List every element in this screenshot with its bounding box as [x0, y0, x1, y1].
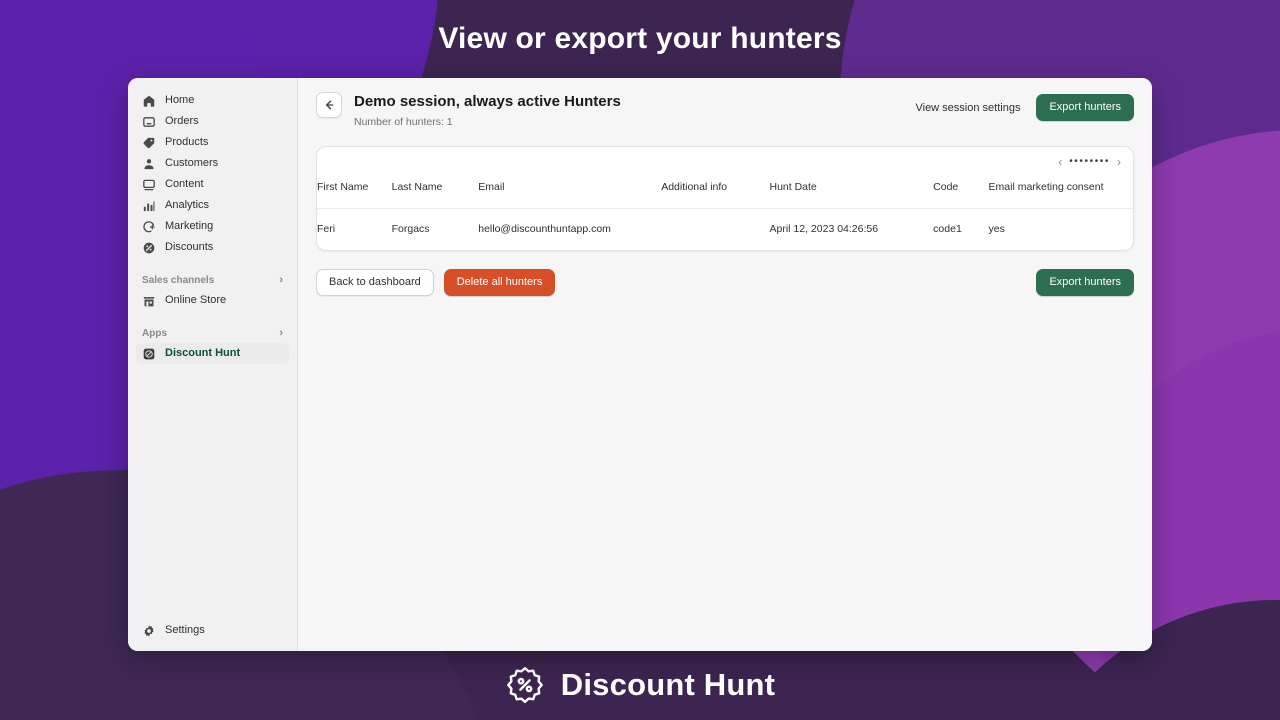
- main-content: Demo session, always active Hunters Numb…: [298, 78, 1152, 651]
- banner-title: View or export your hunters: [438, 22, 841, 56]
- sidebar-section-sales-channels[interactable]: Sales channels ›: [128, 270, 297, 290]
- page-footer-actions: Back to dashboard Delete all hunters Exp…: [316, 269, 1134, 296]
- sidebar-item-label: Orders: [165, 116, 199, 127]
- sidebar-spacer: [128, 364, 297, 620]
- sidebar-item-marketing[interactable]: Marketing: [136, 216, 289, 237]
- home-icon: [142, 94, 156, 108]
- cell-email: hello@discounthuntapp.com: [478, 209, 661, 251]
- customer-person-icon: [142, 157, 156, 171]
- sidebar-item-label: Online Store: [165, 295, 226, 306]
- sidebar-item-label: Discounts: [165, 242, 213, 253]
- sidebar-item-label: Discount Hunt: [165, 348, 240, 359]
- column-header-additional-info: Additional info: [661, 177, 769, 209]
- sidebar-nav-list: Home Orders Products Customers: [128, 90, 297, 258]
- sidebar-item-online-store[interactable]: Online Store: [136, 290, 289, 311]
- pagination[interactable]: ‹ •••••••• ›: [1058, 156, 1121, 168]
- hunters-table-card: ‹ •••••••• › First Name Last Name Email …: [316, 146, 1134, 251]
- footer-title: Discount Hunt: [561, 667, 775, 703]
- table-body: Feri Forgacs hello@discounthuntapp.com A…: [317, 209, 1133, 251]
- table-header-row: First Name Last Name Email Additional in…: [317, 177, 1133, 209]
- sidebar-item-label: Content: [165, 179, 204, 190]
- content-image-icon: [142, 178, 156, 192]
- page-title: Demo session, always active Hunters: [354, 93, 903, 111]
- column-header-consent: Email marketing consent: [989, 177, 1133, 209]
- table-head: First Name Last Name Email Additional in…: [317, 177, 1133, 209]
- column-header-last-name: Last Name: [392, 177, 479, 209]
- cell-code: code1: [933, 209, 988, 251]
- table-row: Feri Forgacs hello@discounthuntapp.com A…: [317, 209, 1133, 251]
- discount-hunt-app-icon: [142, 347, 156, 361]
- sidebar-item-customers[interactable]: Customers: [136, 153, 289, 174]
- column-header-first-name: First Name: [317, 177, 392, 209]
- chevron-left-icon[interactable]: ‹: [1058, 156, 1062, 168]
- sidebar-apps-list: Discount Hunt: [128, 343, 297, 364]
- chevron-right-icon[interactable]: ›: [1117, 156, 1121, 168]
- sidebar-section-label: Apps: [142, 328, 167, 339]
- view-session-settings-link[interactable]: View session settings: [915, 102, 1020, 114]
- sidebar-item-label: Products: [165, 137, 208, 148]
- banner: View or export your hunters: [0, 0, 1280, 78]
- sidebar-item-label: Home: [165, 95, 194, 106]
- sidebar: Home Orders Products Customers: [128, 78, 298, 651]
- page-header: Demo session, always active Hunters Numb…: [316, 90, 1134, 128]
- sidebar-item-label: Analytics: [165, 200, 209, 211]
- app-window: Home Orders Products Customers: [128, 78, 1152, 651]
- page-header-text: Demo session, always active Hunters Numb…: [354, 92, 903, 128]
- footer: Discount Hunt: [0, 650, 1280, 720]
- pagination-dots: ••••••••: [1069, 157, 1110, 167]
- arrow-left-icon: [322, 98, 336, 112]
- sidebar-item-discount-hunt[interactable]: Discount Hunt: [136, 343, 289, 364]
- sidebar-item-settings[interactable]: Settings: [136, 620, 289, 641]
- sidebar-item-discounts[interactable]: Discounts: [136, 237, 289, 258]
- sidebar-item-label: Marketing: [165, 221, 213, 232]
- sidebar-item-label: Settings: [165, 625, 205, 636]
- page-header-actions: View session settings Export hunters: [915, 92, 1134, 121]
- discount-badge-percent-icon: [505, 665, 545, 705]
- marketing-target-icon: [142, 220, 156, 234]
- cell-first-name: Feri: [317, 209, 392, 251]
- chevron-right-icon: ›: [279, 275, 283, 286]
- sidebar-section-apps[interactable]: Apps ›: [128, 323, 297, 343]
- footer-actions-right: Export hunters: [1036, 269, 1134, 296]
- export-hunters-button-bottom[interactable]: Export hunters: [1036, 269, 1134, 296]
- cell-last-name: Forgacs: [392, 209, 479, 251]
- sidebar-item-orders[interactable]: Orders: [136, 111, 289, 132]
- delete-all-hunters-button[interactable]: Delete all hunters: [444, 269, 556, 296]
- column-header-hunt-date: Hunt Date: [770, 177, 934, 209]
- export-hunters-button-top[interactable]: Export hunters: [1036, 94, 1134, 121]
- orders-inbox-icon: [142, 115, 156, 129]
- back-button[interactable]: [316, 92, 342, 118]
- sidebar-item-label: Customers: [165, 158, 218, 169]
- sidebar-item-home[interactable]: Home: [136, 90, 289, 111]
- back-to-dashboard-button[interactable]: Back to dashboard: [316, 269, 434, 296]
- footer-actions-left: Back to dashboard Delete all hunters: [316, 269, 555, 296]
- column-header-email: Email: [478, 177, 661, 209]
- sidebar-section-label: Sales channels: [142, 275, 214, 286]
- sidebar-item-products[interactable]: Products: [136, 132, 289, 153]
- storefront-icon: [142, 294, 156, 308]
- sidebar-item-content[interactable]: Content: [136, 174, 289, 195]
- sidebar-sales-channels-list: Online Store: [128, 290, 297, 311]
- cell-hunt-date: April 12, 2023 04:26:56: [770, 209, 934, 251]
- hunter-count: Number of hunters: 1: [354, 116, 903, 128]
- chevron-right-icon: ›: [279, 328, 283, 339]
- analytics-bars-icon: [142, 199, 156, 213]
- gear-icon: [142, 624, 156, 638]
- cell-additional-info: [661, 209, 769, 251]
- column-header-code: Code: [933, 177, 988, 209]
- product-tag-icon: [142, 136, 156, 150]
- hunters-table: First Name Last Name Email Additional in…: [317, 177, 1133, 250]
- sidebar-footer: Settings: [128, 620, 297, 651]
- sidebar-item-analytics[interactable]: Analytics: [136, 195, 289, 216]
- cell-consent: yes: [989, 209, 1133, 251]
- discount-percent-icon: [142, 241, 156, 255]
- table-toolbar: ‹ •••••••• ›: [317, 147, 1133, 177]
